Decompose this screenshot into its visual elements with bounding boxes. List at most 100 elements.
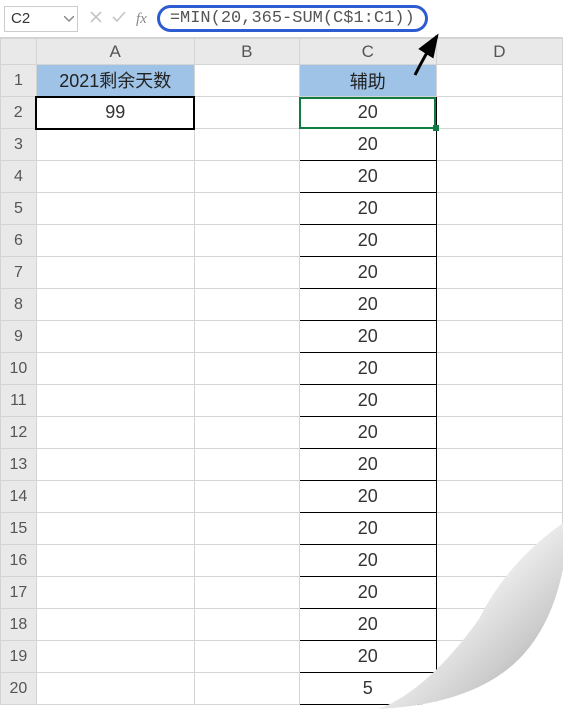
cell[interactable] bbox=[436, 225, 562, 257]
cell-c14[interactable]: 20 bbox=[299, 481, 436, 513]
row-header[interactable]: 14 bbox=[1, 481, 37, 513]
cell-c3[interactable]: 20 bbox=[299, 129, 436, 161]
cell[interactable] bbox=[194, 673, 299, 705]
cell[interactable] bbox=[36, 257, 194, 289]
cell-d1[interactable] bbox=[436, 65, 562, 97]
cell[interactable] bbox=[194, 481, 299, 513]
cell-c15[interactable]: 20 bbox=[299, 513, 436, 545]
cell[interactable] bbox=[436, 545, 562, 577]
cell-c5[interactable]: 20 bbox=[299, 193, 436, 225]
cell[interactable] bbox=[36, 449, 194, 481]
cell[interactable] bbox=[436, 385, 562, 417]
name-box[interactable] bbox=[5, 10, 61, 27]
row-header[interactable]: 10 bbox=[1, 353, 37, 385]
cell-c4[interactable]: 20 bbox=[299, 161, 436, 193]
cell[interactable] bbox=[36, 289, 194, 321]
cell[interactable] bbox=[36, 545, 194, 577]
cell-c13[interactable]: 20 bbox=[299, 449, 436, 481]
select-all-corner[interactable] bbox=[1, 39, 37, 65]
cell[interactable] bbox=[436, 577, 562, 609]
cell[interactable] bbox=[194, 161, 299, 193]
cell[interactable] bbox=[436, 513, 562, 545]
cell-a1[interactable]: 2021剩余天数 bbox=[36, 65, 194, 97]
row-header[interactable]: 13 bbox=[1, 449, 37, 481]
cell[interactable] bbox=[36, 129, 194, 161]
cell[interactable] bbox=[436, 609, 562, 641]
cell[interactable] bbox=[194, 641, 299, 673]
cell[interactable] bbox=[36, 353, 194, 385]
cell[interactable] bbox=[436, 321, 562, 353]
fx-icon[interactable]: fx bbox=[136, 9, 147, 28]
cell[interactable] bbox=[194, 513, 299, 545]
row-header[interactable]: 16 bbox=[1, 545, 37, 577]
cell-c1[interactable]: 辅助 bbox=[299, 65, 436, 97]
row-header[interactable]: 9 bbox=[1, 321, 37, 353]
row-header[interactable]: 19 bbox=[1, 641, 37, 673]
cell[interactable] bbox=[36, 641, 194, 673]
col-header-a[interactable]: A bbox=[36, 39, 194, 65]
cell-c6[interactable]: 20 bbox=[299, 225, 436, 257]
cell[interactable] bbox=[36, 385, 194, 417]
row-header[interactable]: 3 bbox=[1, 129, 37, 161]
cell[interactable] bbox=[36, 513, 194, 545]
cell[interactable] bbox=[194, 417, 299, 449]
cell[interactable] bbox=[36, 577, 194, 609]
spreadsheet-grid[interactable]: A B C D 1 2021剩余天数 辅助 2 99 20 320 420 52… bbox=[0, 38, 563, 705]
cell-c19[interactable]: 20 bbox=[299, 641, 436, 673]
cell-b1[interactable] bbox=[194, 65, 299, 97]
row-header[interactable]: 12 bbox=[1, 417, 37, 449]
cell[interactable] bbox=[194, 257, 299, 289]
cell[interactable] bbox=[194, 545, 299, 577]
cell[interactable] bbox=[36, 161, 194, 193]
cell-b2[interactable] bbox=[194, 97, 299, 129]
cell[interactable] bbox=[194, 577, 299, 609]
cell[interactable] bbox=[36, 673, 194, 705]
cell[interactable] bbox=[436, 353, 562, 385]
cell-d2[interactable] bbox=[436, 97, 562, 129]
cell-c2[interactable]: 20 bbox=[299, 97, 436, 129]
col-header-c[interactable]: C bbox=[299, 39, 436, 65]
row-header[interactable]: 11 bbox=[1, 385, 37, 417]
cell-c11[interactable]: 20 bbox=[299, 385, 436, 417]
cell[interactable] bbox=[36, 417, 194, 449]
row-header[interactable]: 8 bbox=[1, 289, 37, 321]
cell[interactable] bbox=[436, 161, 562, 193]
row-header[interactable]: 1 bbox=[1, 65, 37, 97]
cell[interactable] bbox=[436, 289, 562, 321]
cell[interactable] bbox=[194, 449, 299, 481]
row-header[interactable]: 4 bbox=[1, 161, 37, 193]
cell[interactable] bbox=[436, 257, 562, 289]
cell[interactable] bbox=[36, 225, 194, 257]
formula-input[interactable]: =MIN(20,365-SUM(C$1:C1)) bbox=[157, 5, 428, 32]
cell[interactable] bbox=[436, 481, 562, 513]
cell[interactable] bbox=[436, 193, 562, 225]
cell-c12[interactable]: 20 bbox=[299, 417, 436, 449]
cell[interactable] bbox=[36, 321, 194, 353]
cell-c10[interactable]: 20 bbox=[299, 353, 436, 385]
cell[interactable] bbox=[194, 385, 299, 417]
cell-c20[interactable]: 5 bbox=[299, 673, 436, 705]
cell[interactable] bbox=[194, 289, 299, 321]
cell-c7[interactable]: 20 bbox=[299, 257, 436, 289]
confirm-icon[interactable] bbox=[112, 10, 126, 28]
cell[interactable] bbox=[194, 609, 299, 641]
row-header[interactable]: 7 bbox=[1, 257, 37, 289]
cell-c18[interactable]: 20 bbox=[299, 609, 436, 641]
row-header[interactable]: 2 bbox=[1, 97, 37, 129]
cell[interactable] bbox=[194, 225, 299, 257]
row-header[interactable]: 20 bbox=[1, 673, 37, 705]
cell-c8[interactable]: 20 bbox=[299, 289, 436, 321]
cell-a2[interactable]: 99 bbox=[36, 97, 194, 129]
cell-c16[interactable]: 20 bbox=[299, 545, 436, 577]
row-header[interactable]: 17 bbox=[1, 577, 37, 609]
col-header-b[interactable]: B bbox=[194, 39, 299, 65]
cell[interactable] bbox=[36, 609, 194, 641]
row-header[interactable]: 6 bbox=[1, 225, 37, 257]
cell[interactable] bbox=[36, 481, 194, 513]
cell[interactable] bbox=[194, 321, 299, 353]
cell[interactable] bbox=[194, 353, 299, 385]
cell-c9[interactable]: 20 bbox=[299, 321, 436, 353]
cell[interactable] bbox=[36, 193, 194, 225]
cell[interactable] bbox=[436, 641, 562, 673]
col-header-d[interactable]: D bbox=[436, 39, 562, 65]
